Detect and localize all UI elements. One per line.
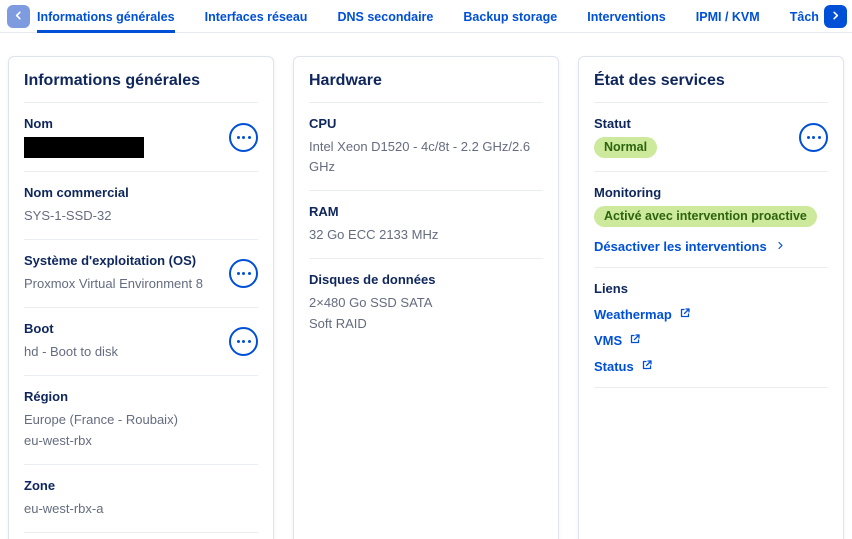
boot-actions-menu-button[interactable] [229,327,258,356]
field-zone: Zone eu-west-rbx-a [24,465,258,533]
external-link-icon [641,359,653,374]
tab-interventions[interactable]: Interventions [587,0,666,33]
tab-list: Informations générales Interfaces réseau… [37,0,819,33]
services-status-card: État des services Statut Normal Monitori… [578,56,844,539]
ellipsis-icon [237,136,251,139]
disable-interventions-label: Désactiver les interventions [594,239,767,254]
zone-value: eu-west-rbx-a [24,499,103,519]
general-card-title: Informations générales [24,57,258,103]
general-information-card: Informations générales Nom Nom commercia… [8,56,274,539]
disable-interventions-link[interactable]: Désactiver les interventions [594,239,817,254]
vms-link-label: VMS [594,333,622,348]
tab-ipmi-kvm[interactable]: IPMI / KVM [696,0,760,33]
weathermap-link[interactable]: Weathermap [594,307,691,322]
region-value-line2: eu-west-rbx [24,431,178,451]
os-actions-menu-button[interactable] [229,259,258,288]
hardware-card-title: Hardware [309,57,543,103]
statut-badge: Normal [594,137,657,158]
tabs-scroll-right-button[interactable] [824,5,847,28]
ellipsis-icon [237,272,251,275]
ellipsis-icon [237,340,251,343]
services-card-empty-area [594,388,828,539]
status-link[interactable]: Status [594,359,691,374]
vms-link[interactable]: VMS [594,333,691,348]
liens-label: Liens [594,281,691,296]
tab-dns-secondaire[interactable]: DNS secondaire [337,0,433,33]
external-link-icon [629,333,641,348]
nom-value-redacted [24,137,144,158]
tab-informations-generales[interactable]: Informations générales [37,0,175,33]
ram-value: 32 Go ECC 2133 MHz [309,225,438,245]
ellipsis-icon [807,136,821,139]
boot-label: Boot [24,321,118,336]
nom-commercial-label: Nom commercial [24,185,129,200]
cpu-value: Intel Xeon D1520 - 4c/8t - 2.2 GHz/2.6 G… [309,137,543,177]
weathermap-link-label: Weathermap [594,307,672,322]
field-boot: Boot hd - Boot to disk [24,308,258,376]
tab-bar: Informations générales Interfaces réseau… [0,0,852,33]
region-value-line1: Europe (France - Roubaix) [24,410,178,430]
tab-interfaces-reseau[interactable]: Interfaces réseau [205,0,308,33]
ram-label: RAM [309,204,438,219]
tab-taches[interactable]: Tâch [790,0,819,33]
nom-label: Nom [24,116,144,131]
field-nom: Nom [24,103,258,172]
hardware-card: Hardware CPU Intel Xeon D1520 - 4c/8t - … [293,56,559,539]
nom-commercial-value: SYS-1-SSD-32 [24,206,129,226]
os-label: Système d'exploitation (OS) [24,253,203,268]
dashboard-cards: Informations générales Nom Nom commercia… [0,33,852,539]
cpu-label: CPU [309,116,543,131]
field-os: Système d'exploitation (OS) Proxmox Virt… [24,240,258,308]
statut-label: Statut [594,116,657,131]
disques-label: Disques de données [309,272,435,287]
disques-value-line1: 2×480 Go SSD SATA [309,293,435,313]
chevron-left-icon [13,9,24,24]
field-statut: Statut Normal [594,103,828,172]
field-disques: Disques de données 2×480 Go SSD SATA Sof… [309,259,543,346]
external-link-icon [679,307,691,322]
chevron-right-icon [830,9,841,24]
monitoring-badge: Activé avec intervention proactive [594,206,817,227]
field-region: Région Europe (France - Roubaix) eu-west… [24,376,258,464]
os-value: Proxmox Virtual Environment 8 [24,274,203,294]
region-label: Région [24,389,178,404]
field-datacentre: Datacentre RBX7 [24,533,258,539]
field-monitoring: Monitoring Activé avec intervention proa… [594,172,828,268]
monitoring-label: Monitoring [594,185,817,200]
nom-actions-menu-button[interactable] [229,123,258,152]
tabs-scroll-left-button[interactable] [7,5,30,28]
chevron-right-small-icon [776,239,785,254]
tab-backup-storage[interactable]: Backup storage [463,0,557,33]
statut-actions-menu-button[interactable] [799,123,828,152]
status-link-label: Status [594,359,634,374]
disques-value-line2: Soft RAID [309,314,435,334]
field-nom-commercial: Nom commercial SYS-1-SSD-32 [24,172,258,240]
field-cpu: CPU Intel Xeon D1520 - 4c/8t - 2.2 GHz/2… [309,103,543,191]
field-liens: Liens Weathermap VMS Status [594,268,828,388]
zone-label: Zone [24,478,103,493]
field-ram: RAM 32 Go ECC 2133 MHz [309,191,543,259]
boot-value: hd - Boot to disk [24,342,118,362]
services-card-title: État des services [594,57,828,103]
